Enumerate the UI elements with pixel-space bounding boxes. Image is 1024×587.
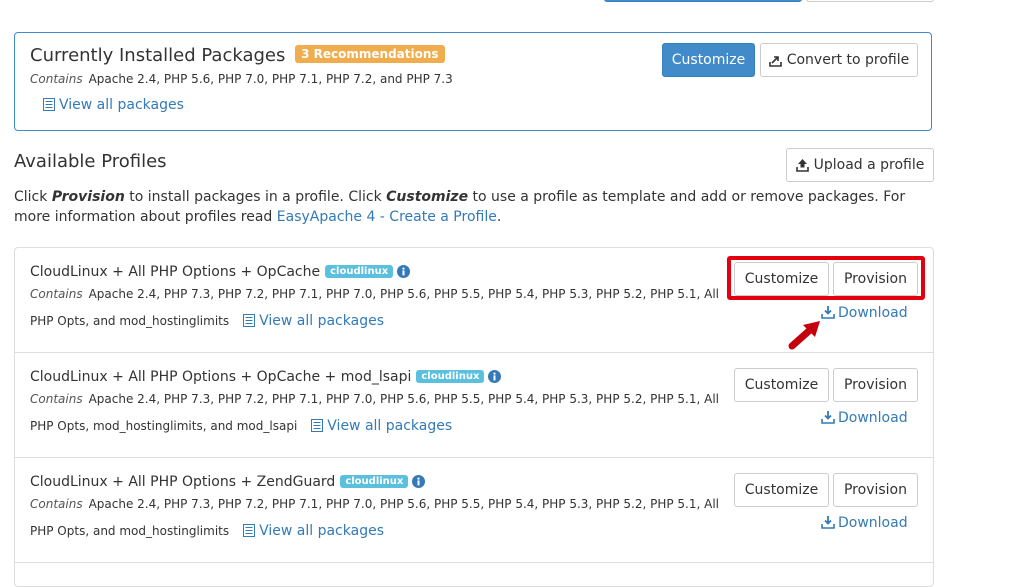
- desc-text-2: to install packages in a profile. Click: [124, 189, 387, 205]
- cloudlinux-badge: cloudlinux: [416, 370, 485, 383]
- profile-download-label: Download: [838, 410, 908, 426]
- profile-view-all-label: View all packages: [259, 523, 384, 539]
- profile-name-row: CloudLinux + All PHP Options + OpCache cl…: [30, 264, 411, 282]
- profile-view-all-label: View all packages: [259, 313, 384, 329]
- download-icon: [821, 410, 835, 428]
- recommendations-badge[interactable]: 3 Recommendations: [295, 45, 445, 63]
- info-icon[interactable]: [397, 265, 411, 282]
- profile-name: CloudLinux + All PHP Options + OpCache +…: [30, 369, 412, 385]
- highlight-annotation-box: [727, 256, 925, 300]
- desc-provision: Provision: [51, 189, 125, 205]
- profile-contains-line2: PHP Opts, and mod_hostinglimits: [30, 314, 230, 328]
- profile-name: CloudLinux + All PHP Options + ZendGuard: [30, 474, 336, 490]
- list-icon: [243, 524, 256, 541]
- upload-profile-button[interactable]: Upload a profile: [786, 148, 934, 182]
- profile-contains-line2: PHP Opts, mod_hostinglimits, and mod_lsa…: [30, 419, 298, 433]
- contains-label: Contains: [30, 497, 83, 511]
- profile-download-label: Download: [838, 305, 908, 321]
- info-icon[interactable]: [488, 370, 502, 387]
- installed-view-all-label: View all packages: [59, 97, 184, 113]
- profile-name: CloudLinux + All PHP Options + OpCache: [30, 264, 321, 280]
- profile-view-all-link[interactable]: View all packages: [243, 313, 384, 329]
- available-profiles-title: Available Profiles: [14, 151, 167, 172]
- profile-download-link[interactable]: Download: [821, 515, 908, 533]
- desc-customize: Customize: [386, 189, 469, 205]
- export-icon: [768, 47, 782, 79]
- desc-text-1: Click: [14, 189, 52, 205]
- top-default-button-partial[interactable]: [806, 0, 934, 2]
- upload-icon: [795, 152, 809, 184]
- download-icon: [821, 515, 835, 533]
- red-arrow-annotation: [788, 321, 820, 350]
- profile-contains-line2-row: PHP Opts, mod_hostinglimits, and mod_lsa…: [30, 418, 452, 436]
- profile-provision-button[interactable]: Provision: [833, 368, 918, 402]
- profile-name-row: CloudLinux + All PHP Options + ZendGuard…: [30, 474, 426, 492]
- profiles-description: Click Provision to install packages in a…: [14, 187, 944, 227]
- profile-customize-button[interactable]: Customize: [734, 473, 829, 507]
- profile-customize-button[interactable]: Customize: [734, 368, 829, 402]
- list-icon: [43, 98, 55, 115]
- installed-contains-text: Apache 2.4, PHP 5.6, PHP 7.0, PHP 7.1, P…: [88, 72, 453, 86]
- installed-title-row: Currently Installed Packages 3 Recommend…: [30, 45, 445, 66]
- profile-download-link[interactable]: Download: [821, 410, 908, 428]
- convert-to-profile-label: Convert to profile: [786, 52, 910, 68]
- profile-contains-line2: PHP Opts, and mod_hostinglimits: [30, 524, 230, 538]
- list-icon: [243, 314, 256, 331]
- create-profile-doc-link[interactable]: EasyApache 4 - Create a Profile: [277, 209, 497, 225]
- profile-contains-line1: Apache 2.4, PHP 7.3, PHP 7.2, PHP 7.1, P…: [88, 497, 719, 511]
- profile-contains-line2-row: PHP Opts, and mod_hostinglimits View all …: [30, 523, 384, 541]
- contains-label: Contains: [30, 287, 83, 301]
- profile-provision-button[interactable]: Provision: [833, 473, 918, 507]
- profile-contains-line1: Apache 2.4, PHP 7.3, PHP 7.2, PHP 7.1, P…: [88, 287, 719, 301]
- profile-download-link[interactable]: Download: [821, 305, 908, 323]
- installed-title: Currently Installed Packages: [30, 45, 286, 66]
- top-primary-button-partial[interactable]: [604, 0, 802, 2]
- profile-view-all-link[interactable]: View all packages: [311, 418, 452, 434]
- profile-contains: Contains Apache 2.4, PHP 7.3, PHP 7.2, PH…: [30, 497, 719, 511]
- installed-contains: Contains Apache 2.4, PHP 5.6, PHP 7.0, PH…: [30, 72, 453, 86]
- info-icon[interactable]: [412, 475, 426, 492]
- profile-name-row: CloudLinux + All PHP Options + OpCache +…: [30, 369, 502, 387]
- profile-contains-line2-row: PHP Opts, and mod_hostinglimits View all …: [30, 313, 384, 331]
- list-icon: [311, 419, 324, 436]
- profile-download-label: Download: [838, 515, 908, 531]
- contains-label: Contains: [30, 72, 83, 86]
- convert-to-profile-button[interactable]: Convert to profile: [760, 43, 918, 77]
- profile-view-all-label: View all packages: [327, 418, 453, 434]
- profile-view-all-link[interactable]: View all packages: [243, 523, 384, 539]
- profile-contains-line1: Apache 2.4, PHP 7.3, PHP 7.2, PHP 7.1, P…: [88, 392, 719, 406]
- installed-customize-button[interactable]: Customize: [662, 43, 755, 77]
- profile-contains: Contains Apache 2.4, PHP 7.3, PHP 7.2, PH…: [30, 392, 719, 406]
- cloudlinux-badge: cloudlinux: [325, 265, 394, 278]
- upload-profile-label: Upload a profile: [813, 157, 925, 173]
- contains-label: Contains: [30, 392, 83, 406]
- desc-period: .: [496, 209, 502, 225]
- cloudlinux-badge: cloudlinux: [340, 475, 409, 488]
- installed-view-all-link[interactable]: View all packages: [43, 97, 184, 115]
- profile-contains: Contains Apache 2.4, PHP 7.3, PHP 7.2, PH…: [30, 287, 719, 301]
